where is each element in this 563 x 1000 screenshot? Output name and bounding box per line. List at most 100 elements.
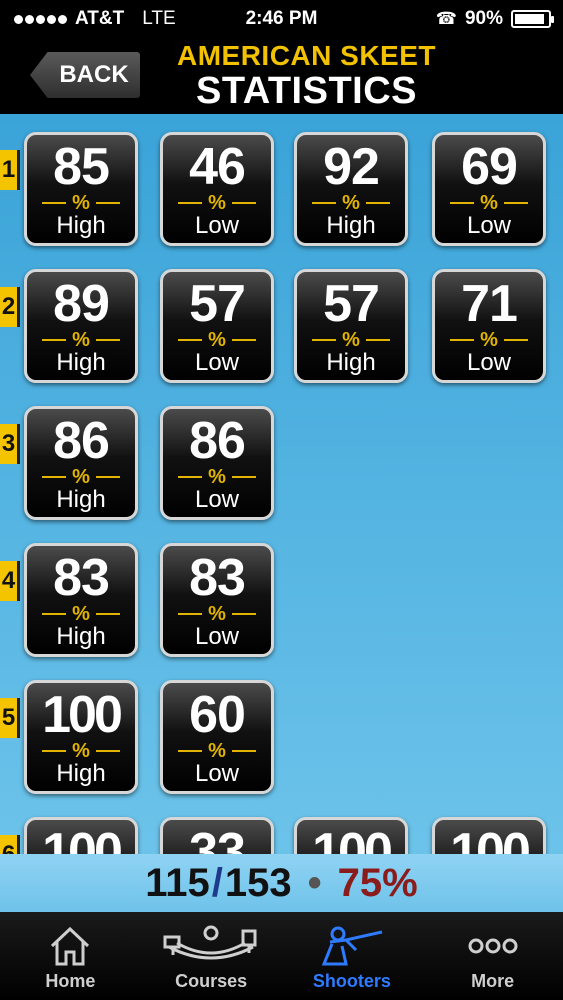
nav-header: BACK AMERICAN SKEET STATISTICS <box>0 38 563 114</box>
stat-value: 71 <box>461 275 518 333</box>
stat-unit: % <box>163 193 271 213</box>
stat-tile[interactable]: 46% Low <box>160 132 274 246</box>
stat-label: Low <box>466 349 512 376</box>
score-dot: • <box>307 860 322 905</box>
stat-value: 86 <box>53 412 110 470</box>
station-row: 2 89% High 57% Low 57% High 71% Low <box>0 251 563 383</box>
stat-unit: % <box>27 467 135 487</box>
stat-label: Low <box>194 486 240 513</box>
score-separator: / <box>211 860 223 905</box>
stat-value: 69 <box>461 138 518 196</box>
tab-home[interactable]: Home <box>0 912 141 1000</box>
stat-label: High <box>326 212 376 239</box>
station-number-marker: 2 <box>0 287 20 327</box>
stat-value: 57 <box>189 275 246 333</box>
stat-label: High <box>56 486 106 513</box>
stat-unit: % <box>297 330 405 350</box>
stations-list[interactable]: 1 85% High 46% Low 92% High 69% Low 2 89% High 57% Lo… <box>0 114 563 854</box>
tab-shooters-label: Shooters <box>312 971 391 991</box>
tab-home-label: Home <box>45 971 96 991</box>
stat-tile[interactable]: 100%High <box>24 680 138 794</box>
score-percent: 75% <box>337 860 418 905</box>
battery-percent: 90% <box>464 8 503 29</box>
stat-tile[interactable]: 85% High <box>24 132 138 246</box>
tab-bar: Home Courses Shooters More <box>0 912 563 1000</box>
score-summary: 115 / 153 • 75% <box>0 854 563 912</box>
stat-value: 83 <box>53 549 110 607</box>
page-title: AMERICAN SKEET <box>176 40 436 71</box>
page-subtitle: STATISTICS <box>195 70 418 112</box>
stat-value: 33 <box>189 823 246 854</box>
stat-unit: % <box>435 193 543 213</box>
stat-label: High <box>56 212 106 239</box>
back-button[interactable]: BACK <box>30 52 140 98</box>
stat-tile[interactable]: 100%Low <box>432 817 546 854</box>
tab-courses-label: Courses <box>175 971 248 991</box>
battery-fill <box>515 14 544 24</box>
status-bar: AT&T LTE 2:46 PM ☎ 90% <box>0 0 563 38</box>
stat-unit: % <box>163 604 271 624</box>
stat-value: 46 <box>189 138 246 196</box>
tab-more-label: More <box>471 971 515 991</box>
stat-value: 100 <box>450 823 531 854</box>
stat-value: 100 <box>312 823 393 854</box>
stat-value: 100 <box>42 823 123 854</box>
stat-value: 92 <box>323 138 380 196</box>
stat-tile[interactable]: 57% High <box>294 269 408 383</box>
stat-value: 83 <box>189 549 246 607</box>
status-right: ☎ 90% <box>435 8 554 30</box>
station-row: 3 86% High 86% Low <box>0 388 563 520</box>
stat-tile[interactable]: 57% Low <box>160 269 274 383</box>
stat-value: 57 <box>323 275 380 333</box>
stat-unit: % <box>27 193 135 213</box>
home-icon <box>48 921 92 971</box>
stat-tile[interactable]: 83% Low <box>160 543 274 657</box>
station-row: 4 83% High 83% Low <box>0 525 563 657</box>
stat-label: Low <box>194 349 240 376</box>
stat-tile[interactable]: 100%High <box>24 817 138 854</box>
stat-label: High <box>56 623 106 650</box>
stat-tile[interactable]: 86% Low <box>160 406 274 520</box>
stat-value: 89 <box>53 275 110 333</box>
stat-value: 85 <box>53 138 110 196</box>
station-row: 1 85% High 46% Low 92% High 69% Low <box>0 114 563 246</box>
stat-tile[interactable]: 33%Low <box>160 817 274 854</box>
stat-tile[interactable]: 100%High <box>294 817 408 854</box>
stat-label: High <box>326 349 376 376</box>
stat-value: 100 <box>42 686 123 744</box>
stat-unit: % <box>163 467 271 487</box>
score-total: 153 <box>224 860 292 905</box>
stat-unit: % <box>27 604 135 624</box>
tab-shooters[interactable]: Shooters <box>282 912 423 1000</box>
stat-label: Low <box>194 212 240 239</box>
station-row: 5 100% High 60% Low <box>0 662 563 794</box>
stat-unit: % <box>435 330 543 350</box>
stat-unit: % <box>297 193 405 213</box>
station-number-marker: 3 <box>0 424 20 464</box>
tab-courses[interactable]: Courses <box>141 912 282 1000</box>
stat-tile[interactable]: 60% Low <box>160 680 274 794</box>
stat-tile[interactable]: 92% High <box>294 132 408 246</box>
stat-label: High <box>56 760 106 787</box>
shooter-icon <box>312 921 392 971</box>
phone-icon: ☎ <box>435 9 457 28</box>
stat-value: 86 <box>189 412 246 470</box>
station-number-marker: 4 <box>0 561 20 601</box>
stat-unit: % <box>163 330 271 350</box>
stat-tile[interactable]: 83% High <box>24 543 138 657</box>
stat-unit: % <box>163 741 271 761</box>
stat-unit: % <box>27 741 135 761</box>
stat-unit: % <box>27 330 135 350</box>
station-row: 6100%High33%Low100%High100%Low <box>0 799 563 854</box>
course-field-icon <box>163 921 259 971</box>
stat-tile[interactable]: 86% High <box>24 406 138 520</box>
more-dots-icon <box>468 921 518 971</box>
battery-icon <box>511 10 554 28</box>
stat-label: Low <box>194 623 240 650</box>
stat-tile[interactable]: 89% High <box>24 269 138 383</box>
stat-label: Low <box>194 760 240 787</box>
stat-tile[interactable]: 71% Low <box>432 269 546 383</box>
stat-label: Low <box>466 212 512 239</box>
stat-tile[interactable]: 69% Low <box>432 132 546 246</box>
tab-more[interactable]: More <box>422 912 563 1000</box>
